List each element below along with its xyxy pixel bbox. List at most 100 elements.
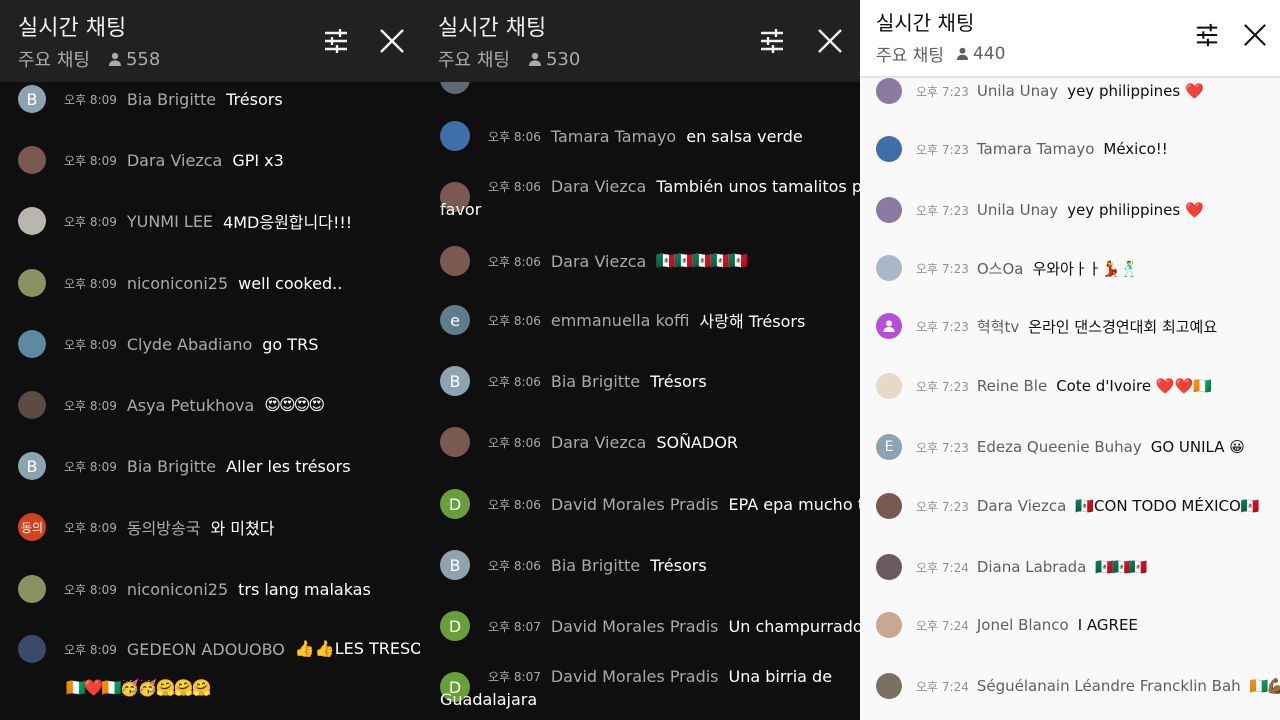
message-author[interactable]: Séguélanain Léandre Francklin Bah: [977, 677, 1241, 695]
chat-mode-selector[interactable]: 주요 채팅: [876, 41, 944, 66]
avatar[interactable]: [876, 78, 902, 104]
chat-message[interactable]: D 오후 8:06 David Morales Pradis EPA epa m…: [440, 489, 860, 519]
chat-message[interactable]: 오후 7:23 Reine Ble Cote d'Ivoire ❤️❤️🇨🇮: [876, 373, 1212, 399]
chat-message[interactable]: 오후 8:09 Asya Petukhova 😍😍😍😍: [18, 391, 325, 419]
message-author[interactable]: Unila Unay: [977, 201, 1058, 219]
message-author[interactable]: Unila Unay: [977, 82, 1058, 100]
chat-message[interactable]: 오후 7:23 Tamara Tamayo México!!: [876, 136, 1168, 162]
chat-message[interactable]: 오후 7:23 Dara Viezca 🇲🇽CON TODO MÉXICO🇲🇽: [876, 493, 1259, 519]
chat-message[interactable]: 오후 8:09 GEDEON ADOUOBO 👍👍LES TRESORS: [18, 635, 420, 663]
avatar[interactable]: [18, 269, 46, 297]
avatar[interactable]: [18, 575, 46, 603]
avatar[interactable]: D: [440, 611, 470, 641]
filter-settings-button[interactable]: [755, 24, 789, 58]
avatar[interactable]: [440, 246, 470, 276]
message-author[interactable]: Edeza Queenie Buhay: [977, 438, 1142, 456]
chat-message[interactable]: 오후 8:09 Dara Viezca GPI x3: [18, 146, 284, 174]
avatar[interactable]: [876, 136, 902, 162]
message-author[interactable]: Diana Labrada: [977, 558, 1087, 576]
chat-message[interactable]: 오후 8:06 Tamara Tamayo en salsa verde: [440, 121, 803, 151]
avatar[interactable]: [876, 673, 902, 699]
avatar[interactable]: [876, 373, 902, 399]
avatar[interactable]: [18, 146, 46, 174]
message-author[interactable]: Clyde Abadiano: [127, 335, 252, 354]
message-author[interactable]: 동의방송국: [127, 515, 201, 539]
chat-message[interactable]: 오후 7:23 Unila Unay yey philippines ❤️: [876, 78, 1204, 104]
avatar[interactable]: [440, 121, 470, 151]
chat-message[interactable]: D 오후 8:07 David Morales Pradis Una birri…: [440, 664, 832, 712]
avatar[interactable]: D: [440, 489, 470, 519]
chat-message-list[interactable]: B 오후 8:09 Bia Brigitte Trésors 오후 8:09 D…: [0, 0, 420, 720]
avatar[interactable]: [876, 255, 902, 281]
chat-message[interactable]: 오후 7:23 O스Oa 우와아ㅏㅏ💃🕺: [876, 255, 1139, 281]
message-author[interactable]: niconiconi25: [127, 274, 228, 293]
chat-message[interactable]: 오후 8:09 niconiconi25 trs lang malakas: [18, 575, 371, 603]
message-author[interactable]: David Morales Pradis: [551, 667, 719, 686]
chat-mode-selector[interactable]: 주요 채팅: [18, 46, 90, 72]
chat-message[interactable]: 오후 8:06 Dara Viezca También unos tamalit…: [440, 174, 860, 222]
avatar[interactable]: [876, 554, 902, 580]
message-author[interactable]: Bia Brigitte: [127, 90, 216, 109]
close-button[interactable]: [375, 24, 409, 58]
message-author[interactable]: Bia Brigitte: [551, 372, 640, 391]
chat-message[interactable]: E 오후 7:23 Edeza Queenie Buhay GO UNILA 😀: [876, 434, 1245, 460]
chat-message[interactable]: B 오후 8:09 Bia Brigitte Aller les trésors: [18, 452, 351, 480]
chat-message[interactable]: e 오후 8:06 emmanuella koffi 사랑해 Trésors: [440, 305, 805, 335]
chat-message[interactable]: 오후 7:24 Séguélanain Léandre Francklin Ba…: [876, 672, 1280, 700]
chat-message[interactable]: B 오후 8:09 Bia Brigitte Trésors: [18, 85, 283, 113]
message-author[interactable]: Dara Viezca: [551, 252, 646, 271]
message-author[interactable]: emmanuella koffi: [551, 311, 690, 330]
chat-message[interactable]: 오후 7:24 Diana Labrada 🇲🇽🇲🇽🇲🇽: [876, 553, 1147, 581]
message-author[interactable]: Dara Viezca: [127, 151, 222, 170]
avatar[interactable]: [440, 427, 470, 457]
message-author[interactable]: O스Oa: [977, 258, 1024, 279]
message-author[interactable]: Bia Brigitte: [127, 457, 216, 476]
filter-settings-button[interactable]: [1190, 18, 1224, 52]
chat-message-list[interactable]: 오후 7:23 Unila Unay yey philippines ❤️ 오후…: [860, 0, 1280, 720]
message-author[interactable]: Dara Viezca: [551, 177, 646, 196]
message-author[interactable]: Dara Viezca: [977, 497, 1067, 515]
chat-message[interactable]: B 오후 8:06 Bia Brigitte Trésors: [440, 550, 707, 580]
message-author[interactable]: YUNMI LEE: [127, 212, 213, 231]
avatar[interactable]: B: [440, 366, 470, 396]
avatar[interactable]: B: [18, 85, 46, 113]
message-author[interactable]: Asya Petukhova: [127, 396, 254, 415]
message-author[interactable]: Reine Ble: [977, 377, 1047, 395]
close-button[interactable]: [1238, 18, 1272, 52]
avatar[interactable]: [18, 330, 46, 358]
avatar[interactable]: [18, 207, 46, 235]
message-author[interactable]: 혁혁tv: [977, 316, 1019, 337]
chat-message[interactable]: D 오후 8:07 David Morales Pradis Un champu…: [440, 611, 860, 641]
avatar[interactable]: E: [876, 434, 902, 460]
message-author[interactable]: Dara Viezca: [551, 433, 646, 452]
message-author[interactable]: David Morales Pradis: [551, 617, 719, 636]
chat-message[interactable]: 동의 오후 8:09 동의방송국 와 미쳤다: [18, 513, 274, 541]
chat-message[interactable]: 오후 8:06 Dara Viezca SOÑADOR: [440, 427, 738, 457]
chat-message[interactable]: 오후 8:09 Clyde Abadiano go TRS: [18, 330, 318, 358]
message-author[interactable]: David Morales Pradis: [551, 495, 719, 514]
chat-message[interactable]: 오후 7:24 Jonel Blanco I AGREE: [876, 612, 1138, 638]
message-author[interactable]: Bia Brigitte: [551, 556, 640, 575]
avatar[interactable]: [18, 391, 46, 419]
message-author[interactable]: niconiconi25: [127, 580, 228, 599]
avatar[interactable]: e: [440, 305, 470, 335]
chat-message[interactable]: 오후 8:09 YUNMI LEE 4MD응원합니다!!!: [18, 207, 352, 235]
avatar[interactable]: 동의: [18, 513, 46, 541]
chat-message[interactable]: 오후 7:23 Unila Unay yey philippines ❤️: [876, 197, 1204, 223]
avatar[interactable]: [876, 313, 902, 339]
chat-message[interactable]: 오후 8:09 niconiconi25 well cooked..: [18, 269, 342, 297]
avatar[interactable]: [876, 612, 902, 638]
close-button[interactable]: [813, 24, 847, 58]
chat-message-list[interactable]: 오후 8:06 Tamara Tamayo en salsa verde 오후 …: [420, 0, 860, 720]
chat-message[interactable]: 오후 7:23 혁혁tv 온라인 댄스경연대회 최고예요: [876, 313, 1217, 339]
chat-message[interactable]: 오후 8:06 Dara Viezca 🇲🇽🇲🇽🇲🇽🇲🇽🇲🇽: [440, 246, 748, 276]
chat-mode-selector[interactable]: 주요 채팅: [438, 46, 510, 72]
avatar[interactable]: [876, 197, 902, 223]
filter-settings-button[interactable]: [319, 24, 353, 58]
avatar[interactable]: B: [440, 550, 470, 580]
message-author[interactable]: GEDEON ADOUOBO: [127, 640, 285, 659]
chat-message[interactable]: B 오후 8:06 Bia Brigitte Trésors: [440, 366, 707, 396]
avatar[interactable]: [18, 635, 46, 663]
message-author[interactable]: Tamara Tamayo: [977, 140, 1095, 158]
avatar[interactable]: B: [18, 452, 46, 480]
